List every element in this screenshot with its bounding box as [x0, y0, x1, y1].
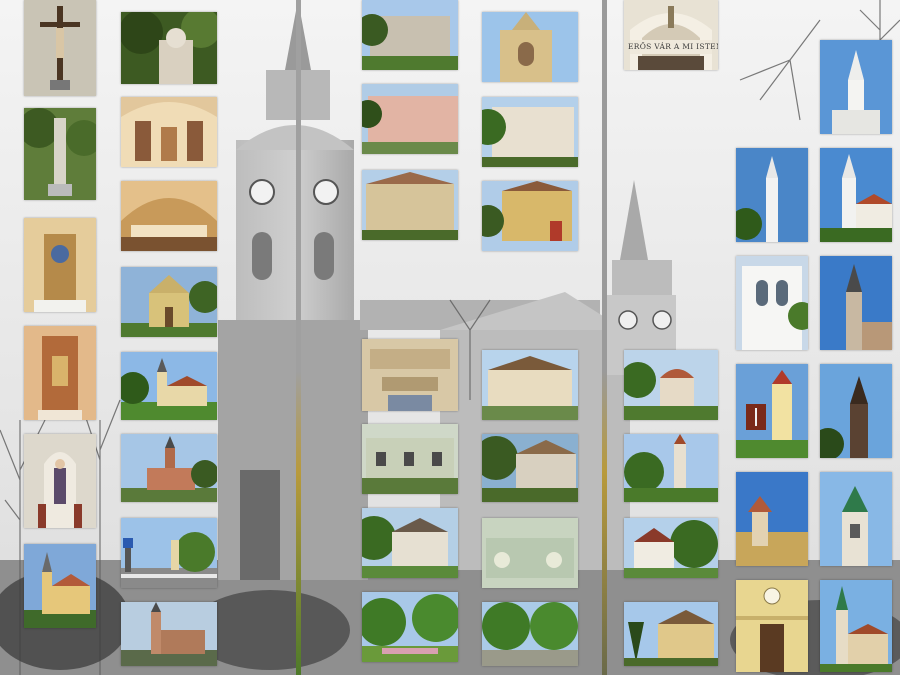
- photo-shaded-houses: [482, 434, 578, 502]
- photo-tree-lined-street: [482, 602, 578, 666]
- inscription-text: ERŐS VÁR A MI ISTENÜNK: [628, 42, 718, 51]
- photo-church-interior: [121, 97, 217, 167]
- photo-white-chapel: [624, 518, 718, 578]
- photo-church-lawn: [121, 352, 217, 420]
- photo-church-portal-inscription: ERŐS VÁR A MI ISTENÜNK: [624, 0, 718, 70]
- photo-brown-spire: [820, 364, 892, 458]
- photo-church-dusk: [121, 602, 217, 666]
- photo-red-church: [121, 434, 217, 502]
- photo-chapel-green-spire: [820, 580, 892, 672]
- photo-houses-trees: [362, 508, 458, 578]
- collage: ERŐS VÁR A MI ISTENÜNK: [0, 0, 900, 675]
- photo-yellow-chapel-door: [736, 580, 808, 672]
- photo-dark-spire: [820, 256, 892, 350]
- photo-organ-loft: [121, 181, 217, 251]
- photo-white-steeple: [820, 40, 892, 134]
- photo-facade-relief: [362, 339, 458, 411]
- photo-church-yellow: [24, 544, 96, 628]
- photo-golden-altar: [24, 326, 96, 420]
- photo-tower-closeup: [482, 12, 578, 82]
- photo-wayside-cross: [736, 364, 808, 458]
- photo-crucifix: [24, 0, 96, 96]
- photo-church-pines: [624, 602, 718, 666]
- accent-stripe-left: [296, 0, 301, 675]
- photo-street-crossing: [121, 518, 217, 588]
- photo-side-altar: [24, 218, 96, 312]
- photo-green-house: [362, 424, 458, 494]
- photo-stone-ornament: [482, 518, 578, 588]
- photo-saint-statue: [24, 434, 96, 528]
- photo-wayside-shrine-field: [736, 472, 808, 566]
- photo-long-building: [362, 0, 458, 70]
- photo-two-storey-house: [482, 97, 578, 167]
- photo-green-cupola-tower: [820, 472, 892, 566]
- photo-corner-house: [362, 170, 458, 240]
- photo-church-facade-yellow: [121, 267, 217, 337]
- photo-park-flowers: [362, 592, 458, 662]
- photo-chapel-tower: [624, 434, 718, 502]
- photo-pink-building: [362, 84, 458, 154]
- accent-stripe-right: [602, 0, 607, 675]
- photo-white-gothic-facade: [736, 256, 808, 350]
- photo-statue-tree: [121, 12, 217, 84]
- photo-street-house: [482, 350, 578, 420]
- photo-white-steeple-blue-sky: [736, 148, 808, 242]
- photo-yellow-building: [482, 181, 578, 251]
- photo-steeple-red-roof: [820, 148, 892, 242]
- photo-round-church: [624, 350, 718, 420]
- photo-monument-trees: [24, 108, 96, 200]
